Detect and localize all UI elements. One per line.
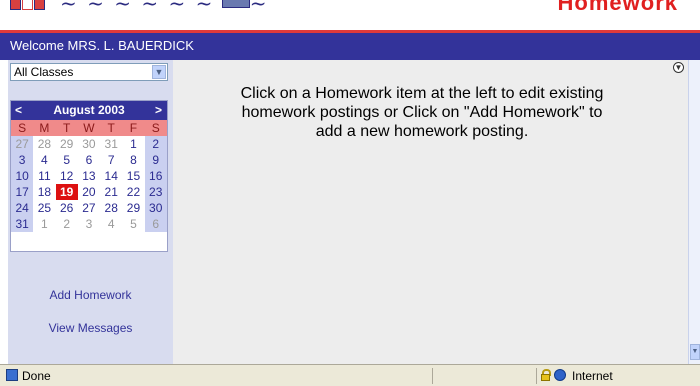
- class-select[interactable]: All Classes ▼: [10, 63, 168, 81]
- calendar-day[interactable]: 30: [78, 136, 100, 152]
- calendar-day[interactable]: 27: [78, 200, 100, 216]
- calendar-day[interactable]: 3: [11, 152, 34, 168]
- sidebar: All Classes ▼ < August 2003 > S M T W T …: [8, 60, 173, 364]
- next-month-button[interactable]: >: [155, 103, 162, 117]
- calendar-day[interactable]: 4: [33, 152, 55, 168]
- weekday-label: W: [83, 121, 95, 135]
- calendar-day[interactable]: 4: [100, 216, 122, 232]
- calendar-day[interactable]: 22: [122, 184, 144, 200]
- calendar-day[interactable]: 19: [55, 184, 78, 200]
- weekday-label: T: [107, 121, 115, 135]
- scroll-down-button[interactable]: ▼: [690, 344, 700, 360]
- calendar-week-row: 24 25 26 27 28 29 30: [11, 200, 167, 216]
- lock-icon: [541, 369, 551, 381]
- calendar-week-row: 3456789: [11, 152, 167, 168]
- calendar-day[interactable]: 10: [11, 168, 34, 184]
- chevron-down-icon[interactable]: ▼: [152, 65, 166, 79]
- calendar-day[interactable]: 6: [78, 152, 100, 168]
- calendar-day[interactable]: 12: [56, 168, 78, 184]
- calendar-day[interactable]: 11: [33, 168, 55, 184]
- view-messages-link[interactable]: View Messages: [8, 321, 173, 335]
- calendar-day[interactable]: 5: [56, 152, 78, 168]
- main-panel: Click on a Homework item at the left to …: [173, 60, 688, 364]
- scroll-circle-down-icon[interactable]: ▼: [673, 62, 684, 73]
- logo-image-icon: [222, 0, 250, 8]
- calendar-day[interactable]: 26: [56, 200, 78, 216]
- calendar-day[interactable]: 29: [122, 200, 144, 216]
- calendar-day[interactable]: 15: [122, 168, 144, 184]
- calendar-day[interactable]: 7: [100, 152, 122, 168]
- calendar-day[interactable]: 1: [122, 136, 144, 152]
- scrollbar[interactable]: [688, 60, 700, 364]
- weekday-label: T: [62, 121, 71, 135]
- banner-title: Homework: [557, 0, 678, 15]
- calendar-day[interactable]: 20: [78, 184, 100, 200]
- calendar-day[interactable]: 24: [11, 200, 34, 216]
- weekday-label: S: [18, 121, 27, 135]
- calendar-weekday-header: S M T W T F S: [11, 120, 167, 136]
- weekday-label: M: [39, 121, 50, 135]
- calendar-day[interactable]: 31: [100, 136, 122, 152]
- calendar-day[interactable]: 18: [33, 184, 55, 200]
- calendar-day[interactable]: 6: [144, 216, 167, 232]
- welcome-text: Welcome MRS. L. BAUERDICK: [10, 38, 194, 53]
- add-homework-link[interactable]: Add Homework: [8, 288, 173, 302]
- calendar-month-title: August 2003: [53, 103, 125, 117]
- status-text: Done: [22, 369, 51, 383]
- calendar-day[interactable]: 14: [100, 168, 122, 184]
- calendar-grid: 27 28 29 30 31 1 2 3 4 5 6 7 8 9 10 11 12 13 14 15 16 17 18 19 2…: [11, 136, 167, 232]
- status-divider: [432, 368, 433, 384]
- calendar-day[interactable]: 27: [11, 136, 34, 152]
- calendar-day[interactable]: 13: [78, 168, 100, 184]
- calendar-day[interactable]: 2: [56, 216, 78, 232]
- calendar-day[interactable]: 29: [56, 136, 78, 152]
- calendar-day[interactable]: 21: [100, 184, 122, 200]
- calendar-week-row: 10 11 12 13 14 15 16: [11, 168, 167, 184]
- weekday-label: S: [151, 121, 160, 135]
- page-icon: [6, 369, 18, 381]
- calendar-day[interactable]: 8: [122, 152, 144, 168]
- top-banner: ~ ~ ~ ~ ~ ~ ~ ~ Homework: [0, 0, 700, 30]
- calendar-day[interactable]: 9: [144, 152, 167, 168]
- calendar-day[interactable]: 16: [144, 168, 167, 184]
- calendar-day[interactable]: 28: [100, 200, 122, 216]
- logo-icon: [10, 0, 45, 10]
- weekday-label: F: [129, 121, 138, 135]
- calendar-day[interactable]: 3: [78, 216, 100, 232]
- calendar-day[interactable]: 23: [144, 184, 167, 200]
- status-bar: Done Internet: [0, 364, 700, 386]
- calendar-day[interactable]: 31: [11, 216, 34, 232]
- globe-icon: [554, 369, 566, 381]
- calendar-day[interactable]: 28: [33, 136, 55, 152]
- calendar-day[interactable]: 2: [144, 136, 167, 152]
- calendar-day[interactable]: 5: [122, 216, 144, 232]
- calendar-day[interactable]: 30: [144, 200, 167, 216]
- status-divider: [536, 368, 537, 384]
- calendar-header: < August 2003 >: [11, 101, 167, 120]
- calendar-week-row: 31 1 2 3 4 5 6: [11, 216, 167, 232]
- instructions-text: Click on a Homework item at the left to …: [240, 85, 604, 140]
- calendar-day[interactable]: 1: [33, 216, 55, 232]
- calendar-day[interactable]: 17: [11, 184, 34, 200]
- calendar-week-row: 27 28 29 30 31 1 2: [11, 136, 167, 152]
- security-zone-text: Internet: [572, 369, 613, 383]
- calendar-day[interactable]: 25: [33, 200, 55, 216]
- class-select-value: All Classes: [14, 65, 74, 79]
- welcome-bar: Welcome MRS. L. BAUERDICK: [0, 30, 700, 60]
- calendar-week-row: 17 18 19 20 21 22 23: [11, 184, 167, 200]
- calendar: < August 2003 > S M T W T F S 27 28 29 30 31…: [10, 100, 168, 252]
